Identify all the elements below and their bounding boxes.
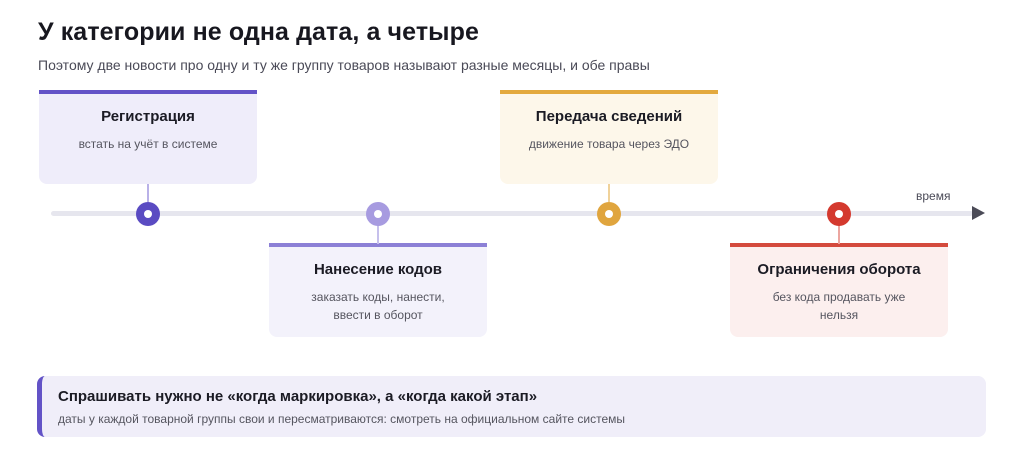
stage-marker-icon <box>366 202 390 226</box>
stage-connector <box>838 224 840 244</box>
stage-marker-icon <box>827 202 851 226</box>
stage-name: Регистрация <box>101 108 195 125</box>
stage-card-data-transfer: Передача сведений движение товара через … <box>500 90 718 184</box>
axis-label: время <box>916 189 951 203</box>
stage-card-turnover-restrictions: Ограничения оборота без кода продавать у… <box>730 243 948 337</box>
stage-name: Ограничения оборота <box>757 261 921 278</box>
stage-card-code-application: Нанесение кодов заказать коды, нанести, … <box>269 243 487 337</box>
stage-desc: движение товара через ЭДО <box>528 137 690 151</box>
page-subtitle: Поэтому две новости про одну и ту же гру… <box>38 57 650 73</box>
axis-arrow-icon <box>972 206 985 220</box>
stage-desc: без кода продавать уже нельзя <box>772 290 906 322</box>
page-title: У категории не одна дата, а четыре <box>38 18 479 46</box>
callout-text: даты у каждой товарной группы свои и пер… <box>58 412 625 426</box>
stage-name: Нанесение кодов <box>313 261 443 278</box>
timeline-diagram: У категории не одна дата, а четыре Поэто… <box>0 0 1024 458</box>
stage-marker-icon <box>136 202 160 226</box>
stage-card-registration: Регистрация встать на учёт в системе <box>39 90 257 184</box>
stage-connector <box>608 184 610 202</box>
stage-marker-icon <box>597 202 621 226</box>
callout-title: Спрашивать нужно не «когда маркировка», … <box>58 388 538 405</box>
stage-desc: встать на учёт в системе <box>78 137 218 151</box>
callout-box: Спрашивать нужно не «когда маркировка», … <box>37 376 986 437</box>
stage-connector <box>377 224 379 244</box>
stage-connector <box>147 184 149 202</box>
stage-desc: заказать коды, нанести, ввести в оборот <box>311 290 445 322</box>
stage-name: Передача сведений <box>535 108 683 125</box>
